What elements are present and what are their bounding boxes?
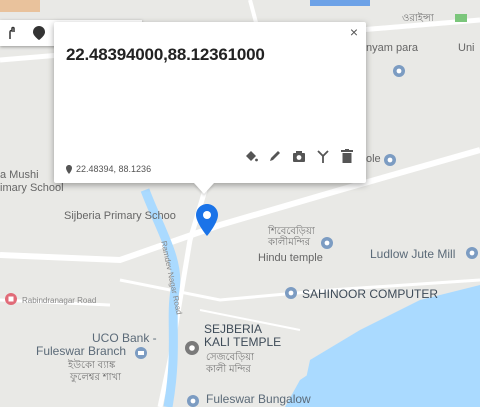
poi-marker-icon[interactable]	[186, 394, 200, 407]
style-button[interactable]	[244, 148, 258, 164]
popup-actions	[244, 148, 354, 164]
trash-icon	[341, 149, 353, 163]
bank-marker-icon[interactable]	[134, 346, 148, 360]
popup-coordinates: 22.48394, 88.1236	[66, 164, 151, 174]
temple-marker-icon[interactable]	[184, 340, 200, 356]
map-label-temple: Hindu temple	[258, 252, 323, 264]
map-label-area: nyam para	[366, 42, 418, 54]
poi-marker-icon[interactable]	[392, 64, 406, 78]
map-label-bank: Fuleswar Branch	[36, 344, 127, 358]
camera-icon	[293, 150, 305, 162]
map-label-bank-bengali: ফুলেশ্বর শাখা	[70, 372, 122, 383]
map-label-bungalow: Fuleswar Bungalow	[206, 392, 311, 406]
pencil-icon	[270, 151, 280, 161]
water-body	[300, 285, 480, 407]
map-label-temple: SEJBERIA	[204, 322, 263, 336]
hand-icon	[9, 26, 15, 39]
coordinates-text: 22.48394, 88.1236	[76, 164, 152, 174]
location-pin-icon	[66, 164, 72, 174]
map-area-top-left	[0, 0, 40, 12]
shop-marker-icon[interactable]	[4, 292, 18, 306]
map-label-school: a Mushi	[0, 169, 39, 181]
map-label-road: Rabindranagar Road	[22, 296, 97, 305]
popup-title: 22.48394000,88.12361000	[66, 45, 265, 64]
popup-pointer	[194, 183, 214, 194]
map-label-temple-bengali: শিবেবেড়িয়া কালীমন্দির	[268, 226, 315, 248]
paint-bucket-icon	[246, 151, 258, 162]
map-top-strip	[310, 0, 370, 6]
map-label-shop: SAHINOOR COMPUTER	[302, 287, 439, 301]
marker-icon	[33, 26, 45, 40]
map-label-mill: Ludlow Jute Mill	[370, 247, 456, 261]
map-label-temple: KALI TEMPLE	[204, 335, 282, 349]
map-label-temple-bengali: কালী মন্দির	[206, 364, 251, 375]
route-fork-icon	[317, 150, 329, 163]
photo-button[interactable]	[292, 148, 306, 164]
directions-button[interactable]	[316, 148, 330, 164]
map-label-school: imary School	[0, 182, 64, 194]
delete-button[interactable]	[340, 148, 354, 164]
selected-location-pin-icon[interactable]	[196, 204, 218, 236]
park-area	[455, 14, 467, 22]
poi-marker-icon[interactable]	[383, 153, 397, 167]
map-label-bengali: ওরাইন্সা	[402, 13, 434, 24]
map-label-area: Uni	[458, 42, 475, 54]
map-label-school: Sijberia Primary Schoo	[64, 210, 176, 222]
hand-tool-button[interactable]	[0, 20, 26, 46]
poi-marker-icon[interactable]	[465, 246, 479, 260]
edit-button[interactable]	[268, 148, 282, 164]
location-info-popup: × 22.48394000,88.12361000 22.48394, 88.1…	[54, 22, 366, 183]
map-label-poi: ole	[366, 153, 381, 165]
poi-marker-icon[interactable]	[284, 286, 298, 300]
add-marker-button[interactable]	[26, 20, 52, 46]
close-button[interactable]: ×	[350, 24, 358, 40]
map-label-bank: UCO Bank -	[92, 331, 157, 345]
